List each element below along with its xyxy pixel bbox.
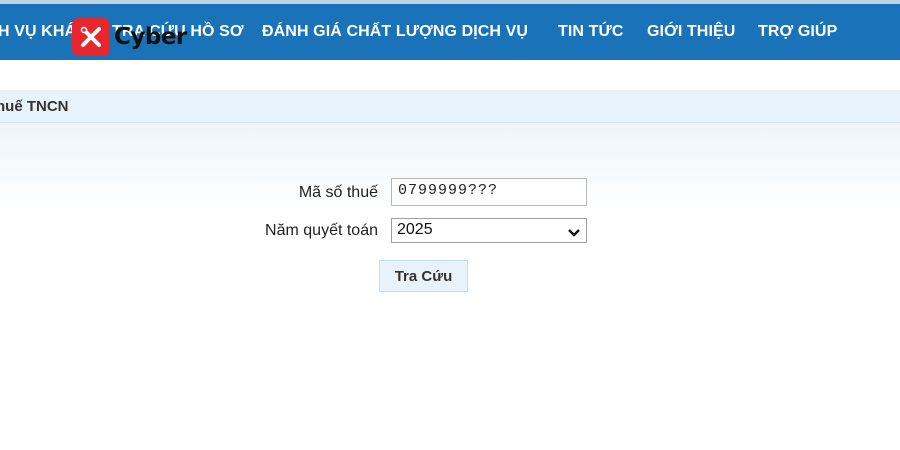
nav-item-help[interactable]: TRỢ GIÚP <box>758 23 837 41</box>
chevron-down-icon <box>568 225 580 243</box>
nav-item-quality-review[interactable]: ĐÁNH GIÁ CHẤT LƯỢNG DỊCH VỤ <box>262 23 528 41</box>
year-select-value: 2025 <box>397 221 433 238</box>
search-button[interactable]: Tra Cứu <box>379 260 468 292</box>
nav-item-services[interactable]: H VỤ KHÁ <box>0 23 76 41</box>
nav-item-about[interactable]: GIỚI THIỆU <box>647 23 735 41</box>
cyber-logo: Cyber <box>72 17 187 57</box>
page-title: huế TNCN <box>0 98 69 115</box>
tax-code-label: Mã số thuế <box>298 184 378 201</box>
nav-item-news[interactable]: TIN TỨC <box>558 23 624 41</box>
tax-code-input[interactable]: 0799999??? <box>391 178 587 206</box>
logo-text: Cyber <box>114 24 187 50</box>
year-label: Năm quyết toán <box>265 222 378 239</box>
page-title-bar: huế TNCN <box>0 90 900 123</box>
year-select[interactable]: 2025 <box>391 218 587 243</box>
cross-tools-icon <box>72 18 110 56</box>
